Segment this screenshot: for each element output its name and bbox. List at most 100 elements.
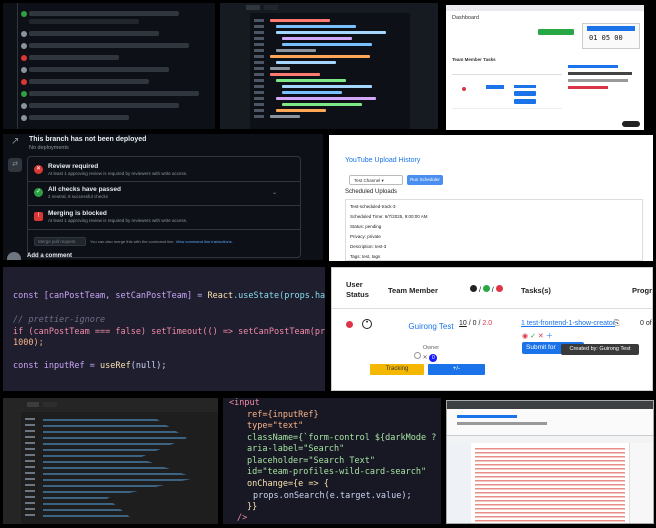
symbols-panel xyxy=(410,13,438,129)
timer-display: 01 05 00 xyxy=(589,34,623,42)
timeline-entry xyxy=(29,79,149,84)
submit-button[interactable] xyxy=(514,99,536,104)
line-numbers xyxy=(25,418,35,518)
upload-card: Test-scheduled-track-3 Scheduled Time: 6… xyxy=(345,199,643,261)
code-line: props.onSearch(e.target.value); xyxy=(253,491,412,501)
task-link[interactable]: 1 test-frontend-1-show-creator xyxy=(521,320,615,327)
timeline-dot xyxy=(21,55,27,61)
clock-icon xyxy=(470,285,477,292)
scope-panel xyxy=(629,443,653,523)
upload-tags: Tags: test, tags xyxy=(350,254,381,259)
timeline-entry xyxy=(29,67,169,72)
timeline-dot xyxy=(21,103,27,109)
header-tasks: Tasks(s) xyxy=(521,286,551,295)
timeline-entry xyxy=(29,55,119,60)
section-title: Scheduled Uploads xyxy=(345,189,398,195)
jsx-snippet-panel: <input ref={inputRef} type="text" classN… xyxy=(223,398,441,524)
header-team-member: Team Member xyxy=(388,286,438,295)
code-line: placeholder="Search Text" xyxy=(247,456,375,466)
page-preview xyxy=(447,409,653,435)
devtools-panel xyxy=(446,400,654,524)
team-header: Team Member Tasks xyxy=(452,57,496,62)
tab-code[interactable] xyxy=(27,402,39,407)
check-icon[interactable]: ✓ xyxy=(530,333,536,340)
merge-note: You can also merge this with the command… xyxy=(90,239,233,244)
timeline-entry xyxy=(29,103,179,108)
merge-button[interactable]: Merge pull request xyxy=(34,237,86,246)
tooltip: Created by: Guirong Test xyxy=(561,344,639,355)
red-clock-icon xyxy=(495,285,503,292)
add-icon[interactable]: ＋ xyxy=(546,333,553,340)
member-name[interactable]: Guirong Test xyxy=(406,321,456,332)
timeline-entry xyxy=(29,91,199,96)
youtube-history-panel: YouTube Upload History Test Channel ▾ Ru… xyxy=(329,135,653,261)
command-line-link[interactable]: View command line instructions. xyxy=(176,239,233,244)
deploy-title: This branch has not been deployed xyxy=(29,136,147,143)
merge-sub: At least 1 approving review is required … xyxy=(48,218,188,223)
checks-title: All checks have passed xyxy=(48,186,121,193)
x-icon: ✕ xyxy=(34,165,43,174)
code-line: onChange={e => { xyxy=(247,479,329,489)
toast xyxy=(622,121,640,127)
editor-tabbar xyxy=(220,3,438,13)
timeline-dot xyxy=(21,43,27,49)
channel-select[interactable]: Test Channel ▾ xyxy=(349,175,403,185)
progress-value: 0 of xyxy=(640,320,652,327)
sources-tree xyxy=(447,443,471,523)
upload-title: Test-scheduled-track-3 xyxy=(350,204,396,209)
merge-box: ✕ Review required At least 1 approving r… xyxy=(27,156,301,258)
code-line: }} xyxy=(247,502,258,512)
page-title: YouTube Upload History xyxy=(345,157,421,164)
timer-widget: 01 05 00 xyxy=(582,23,640,49)
run-scheduler-button[interactable]: Run Scheduler xyxy=(407,175,443,185)
header-user-status: User Status xyxy=(346,280,369,299)
code-line: if (canPostTeam === false) setTimeout(()… xyxy=(13,327,325,337)
x-icon[interactable]: ✕ xyxy=(538,333,544,340)
timeline-dot xyxy=(21,67,27,73)
tab-blame[interactable] xyxy=(264,5,278,10)
info-icon[interactable] xyxy=(414,352,421,359)
adjust-button[interactable]: +/- xyxy=(428,364,485,375)
bell-icon[interactable]: ◉ xyxy=(522,333,528,340)
comment-heading: Add a comment xyxy=(27,253,73,259)
timeline-dot xyxy=(21,79,27,85)
check-icon: ✓ xyxy=(34,188,43,197)
timeline-entry xyxy=(29,115,129,120)
code-comment: // prettier-ignore xyxy=(13,315,106,325)
tracking-button[interactable]: Tracking xyxy=(370,364,424,375)
submit-button[interactable] xyxy=(514,91,536,96)
avatar xyxy=(7,252,21,260)
code-snippet-panel: const [canPostTeam, setCanPostTeam] = Re… xyxy=(3,267,325,391)
tab-code[interactable] xyxy=(246,5,260,10)
member-icons: ✕ 0 xyxy=(414,352,438,362)
devtools-tabbar xyxy=(447,435,653,443)
table-header-row xyxy=(452,65,562,75)
merge-status-panel: ↗ This branch has not been deployed No d… xyxy=(3,134,323,260)
hours-header: / / xyxy=(470,285,503,294)
chevron-down-icon[interactable]: ⌄ xyxy=(272,189,277,196)
review-title: Review required xyxy=(48,163,99,170)
code-editor-panel xyxy=(220,3,438,129)
timeline-dot xyxy=(21,11,27,17)
green-clock-icon xyxy=(482,285,490,292)
code-line: aria-label="Search" xyxy=(247,444,345,454)
upload-status: Status: pending xyxy=(350,224,382,229)
badge-count: 0 xyxy=(429,354,438,362)
review-sub: At least 1 approving review is required … xyxy=(48,171,188,176)
timer-icon[interactable]: • xyxy=(362,319,372,329)
table-row xyxy=(452,79,562,109)
tab-blame[interactable] xyxy=(43,402,57,407)
green-action-button[interactable] xyxy=(538,29,574,35)
timeline-entry xyxy=(29,31,159,36)
timeline-line xyxy=(17,3,18,129)
pr-timeline-panel xyxy=(3,3,215,129)
hours-values: 10 / 0 / 2.0 xyxy=(459,320,493,327)
task-actions: ◉ ✓ ✕ ＋ xyxy=(522,331,553,341)
copy-icon[interactable]: ⎘ xyxy=(614,320,620,328)
merge-title: Merging is blocked xyxy=(48,210,107,217)
close-icon[interactable]: ✕ xyxy=(423,355,428,361)
console-lines xyxy=(475,447,625,523)
warning-icon: ! xyxy=(34,212,43,221)
file-tree xyxy=(3,412,21,524)
file-tree xyxy=(220,13,250,129)
